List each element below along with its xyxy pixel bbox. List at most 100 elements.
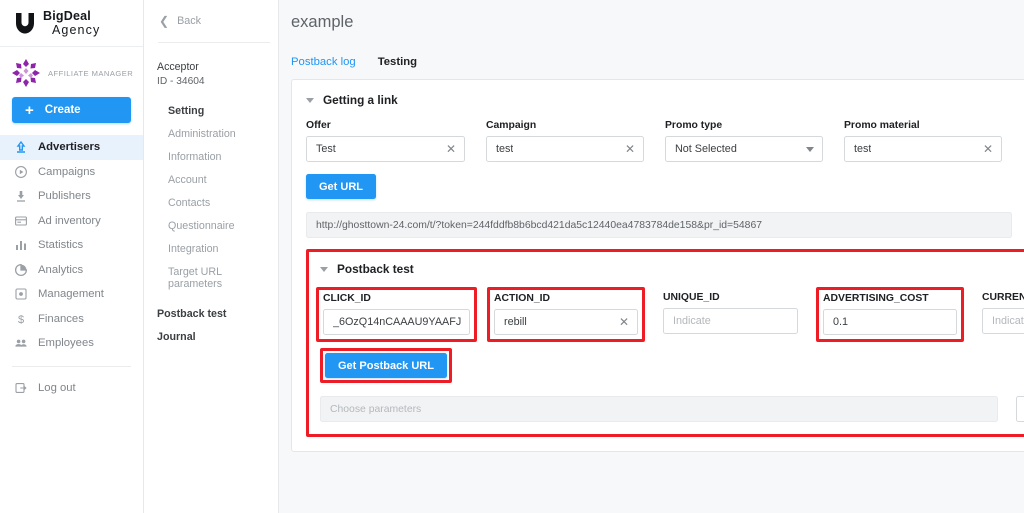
clear-icon[interactable]: ✕: [977, 143, 993, 155]
sidebar-item-label: Management: [38, 288, 104, 300]
plus-icon: +: [25, 103, 34, 118]
subnav-item-questionnaire[interactable]: Questionnaire: [144, 214, 278, 237]
getting-a-link-fields: Offer Test ✕ Campaign test ✕: [306, 120, 1024, 162]
click-id-field: CLICK_ID _6OzQ14nCAAAU9YAAFJ: [316, 287, 477, 342]
pie-chart-icon: [14, 263, 28, 277]
shield-logo-icon: [14, 11, 36, 35]
choose-parameters-field[interactable]: Choose parameters: [320, 396, 998, 422]
affiliate-emblem-icon: [11, 58, 41, 88]
subnav-item-journal[interactable]: Journal: [144, 325, 278, 348]
sidebar-item-label: Campaigns: [38, 166, 95, 178]
advertising-cost-field: ADVERTISING_COST 0.1: [816, 287, 964, 342]
campaign-value: test: [496, 143, 513, 155]
copy-postback-url-button[interactable]: Copy: [1016, 396, 1024, 422]
postback-test-section: Postback test CLICK_ID _6OzQ14nCAAAU9YAA…: [306, 249, 1024, 437]
svg-text:$: $: [18, 314, 24, 326]
currency-code-input[interactable]: Indicate: [982, 308, 1024, 334]
sidebar-item-ad-inventory[interactable]: Ad inventory: [0, 209, 143, 234]
subnav-item-target-url-parameters[interactable]: Target URL parameters: [144, 260, 278, 295]
offer-label: Offer: [306, 120, 465, 131]
sidebar-item-label: Finances: [38, 313, 84, 325]
brand-line-1: BigDeal: [43, 10, 100, 23]
campaign-label: Campaign: [486, 120, 644, 131]
currency-code-placeholder: Indicate: [992, 315, 1024, 327]
bar-chart-icon: [14, 238, 28, 252]
promo-type-field: Promo type Not Selected: [665, 120, 823, 162]
click-id-input[interactable]: _6OzQ14nCAAAU9YAAFJ: [323, 309, 470, 335]
offer-field: Offer Test ✕: [306, 120, 465, 162]
back-button[interactable]: ❮ Back: [144, 0, 278, 42]
caret-down-icon[interactable]: [320, 267, 328, 272]
getting-a-link-header: Getting a link: [306, 93, 1024, 107]
logout-icon: [14, 381, 28, 395]
generated-url-row: http://ghosttown-24.com/t/?token=244fddf…: [306, 212, 1024, 238]
sidebar-item-label: Ad inventory: [38, 215, 101, 227]
getting-a-link-title: Getting a link: [323, 93, 398, 107]
postback-test-title: Postback test: [337, 262, 414, 276]
sidebar-item-statistics[interactable]: Statistics: [0, 233, 143, 258]
click-id-label: CLICK_ID: [323, 293, 470, 304]
advertising-cost-value: 0.1: [833, 316, 848, 328]
subnav-item-integration[interactable]: Integration: [144, 237, 278, 260]
action-id-field: ACTION_ID rebill ✕: [487, 287, 645, 342]
click-id-value: _6OzQ14nCAAAU9YAAFJ: [333, 316, 461, 328]
clear-icon[interactable]: ✕: [619, 143, 635, 155]
people-icon: [14, 336, 28, 350]
tab-testing[interactable]: Testing: [378, 56, 417, 79]
advertising-cost-input[interactable]: 0.1: [823, 309, 957, 335]
subnav-item-account[interactable]: Account: [144, 168, 278, 191]
testing-card: Getting a link Offer Test ✕ Campaign tes…: [291, 79, 1024, 452]
subnav-item-setting[interactable]: Setting: [144, 99, 278, 122]
brand-header: BigDeal Agency: [0, 0, 143, 47]
settings-box-icon: [14, 287, 28, 301]
campaign-input[interactable]: test ✕: [486, 136, 644, 162]
sidebar-item-publishers[interactable]: Publishers: [0, 184, 143, 209]
create-button[interactable]: + Create: [12, 97, 131, 123]
unique-id-input[interactable]: Indicate: [663, 308, 798, 334]
sidebar-item-finances[interactable]: $ Finances: [0, 307, 143, 332]
action-id-input[interactable]: rebill ✕: [494, 309, 638, 335]
subnav-item-postback-test[interactable]: Postback test: [144, 302, 278, 325]
sidebar-item-logout[interactable]: Log out: [0, 376, 143, 401]
sidebar-item-campaigns[interactable]: Campaigns: [0, 160, 143, 185]
nav-divider: [12, 366, 131, 367]
sidebar-item-label: Employees: [38, 337, 94, 349]
promo-material-field: Promo material test ✕: [844, 120, 1002, 162]
clear-icon[interactable]: ✕: [613, 316, 629, 328]
generated-url-field[interactable]: http://ghosttown-24.com/t/?token=244fddf…: [306, 212, 1012, 238]
promo-material-value: test: [854, 143, 871, 155]
tab-postback-log[interactable]: Postback log: [291, 56, 356, 79]
content-area: Getting a link Offer Test ✕ Campaign tes…: [279, 79, 1024, 452]
sidebar-item-advertisers[interactable]: Advertisers: [0, 135, 143, 160]
clear-icon[interactable]: ✕: [440, 143, 456, 155]
promo-material-label: Promo material: [844, 120, 1002, 131]
sidebar-item-management[interactable]: Management: [0, 282, 143, 307]
sidebar-item-label: Log out: [38, 382, 76, 394]
caret-down-icon[interactable]: [306, 98, 314, 103]
get-postback-url-button[interactable]: Get Postback URL: [325, 353, 447, 378]
postback-url-row: Choose parameters Copy: [320, 396, 1024, 422]
page-title: example: [291, 13, 353, 32]
offer-input[interactable]: Test ✕: [306, 136, 465, 162]
get-postback-url-highlight: Get Postback URL: [320, 348, 452, 383]
download-icon: [14, 189, 28, 203]
subnav-item-administration[interactable]: Administration: [144, 122, 278, 145]
sidebar-item-label: Publishers: [38, 190, 91, 202]
promo-material-input[interactable]: test ✕: [844, 136, 1002, 162]
currency-code-label: CURRENCY_CODE: [982, 292, 1024, 303]
chevron-down-icon[interactable]: [806, 147, 814, 152]
sidebar-item-label: Advertisers: [38, 141, 100, 153]
promo-type-select[interactable]: Not Selected: [665, 136, 823, 162]
sidebar-item-employees[interactable]: Employees: [0, 331, 143, 356]
entity-title: Acceptor: [157, 61, 278, 73]
unique-id-field: UNIQUE_ID Indicate: [659, 289, 802, 338]
upload-icon: [14, 140, 28, 154]
campaign-field: Campaign test ✕: [486, 120, 644, 162]
subnav-item-information[interactable]: Information: [144, 145, 278, 168]
affiliate-manager-block: AFFILIATE MANAGER: [0, 47, 143, 97]
get-url-button[interactable]: Get URL: [306, 174, 376, 199]
subnav-item-contacts[interactable]: Contacts: [144, 191, 278, 214]
sidebar-item-analytics[interactable]: Analytics: [0, 258, 143, 283]
brand-line-2: Agency: [43, 24, 100, 37]
promo-type-value: Not Selected: [675, 143, 737, 155]
